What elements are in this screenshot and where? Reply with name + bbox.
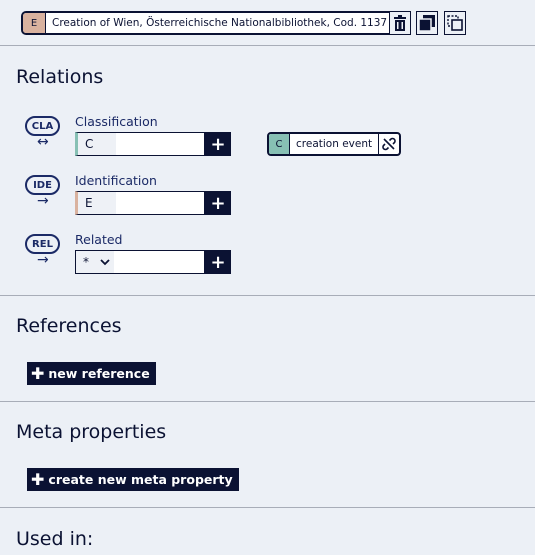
meta-properties-heading: Meta properties: [16, 421, 167, 443]
relation-badge: IDE: [25, 175, 60, 195]
relation-label: Related: [75, 232, 123, 247]
add-related-button[interactable]: +: [205, 250, 231, 274]
classification-input[interactable]: C: [75, 132, 205, 156]
identification-input[interactable]: E: [75, 191, 205, 215]
input-value: C: [78, 133, 116, 155]
section-divider: [0, 295, 535, 296]
entity-title: Creation of Wien, Österreichische Nation…: [52, 17, 388, 29]
relations-heading: Relations: [16, 66, 104, 88]
right-arrow-icon: →: [37, 252, 49, 268]
delete-button[interactable]: [389, 11, 411, 35]
section-divider: [0, 401, 535, 402]
references-heading: References: [16, 315, 122, 337]
plus-icon: ✚: [31, 470, 45, 489]
copy-button[interactable]: [416, 11, 438, 35]
related-select[interactable]: *: [75, 250, 205, 274]
entity-header: E Creation of Wien, Österreichische Nati…: [0, 0, 535, 46]
select-value: *: [76, 251, 114, 273]
copy-icon: [419, 15, 435, 31]
select-copy-button[interactable]: [444, 11, 466, 35]
select-copy-icon: [447, 15, 463, 31]
plus-icon: ✚: [31, 364, 45, 383]
chevron-down-icon: [100, 258, 110, 265]
select-value-text: *: [83, 255, 89, 269]
linked-entity-label: creation event: [290, 134, 380, 154]
button-label: create new meta property: [48, 472, 233, 487]
input-value: E: [78, 192, 116, 214]
entity-type-letter: C: [269, 134, 290, 154]
entity-tag[interactable]: E Creation of Wien, Österreichische Nati…: [21, 11, 396, 35]
add-classification-button[interactable]: +: [205, 132, 231, 156]
right-arrow-icon: →: [37, 193, 49, 209]
linked-entity-chip[interactable]: C creation event: [267, 132, 402, 156]
new-reference-button[interactable]: ✚ new reference: [27, 362, 156, 385]
button-label: new reference: [48, 366, 150, 381]
relation-badge: REL: [25, 234, 60, 254]
unlink-icon: [382, 137, 396, 151]
trash-icon: [394, 15, 406, 31]
entity-type-letter: E: [23, 13, 46, 33]
used-in-heading: Used in:: [16, 528, 94, 550]
relation-label: Identification: [75, 173, 157, 188]
unlink-button[interactable]: [379, 134, 399, 154]
relation-label: Classification: [75, 114, 158, 129]
relation-badge: CLA: [25, 116, 60, 136]
add-identification-button[interactable]: +: [205, 191, 231, 215]
bidirectional-arrow-icon: ↔: [37, 134, 49, 150]
section-divider: [0, 507, 535, 508]
create-meta-property-button[interactable]: ✚ create new meta property: [27, 468, 239, 491]
